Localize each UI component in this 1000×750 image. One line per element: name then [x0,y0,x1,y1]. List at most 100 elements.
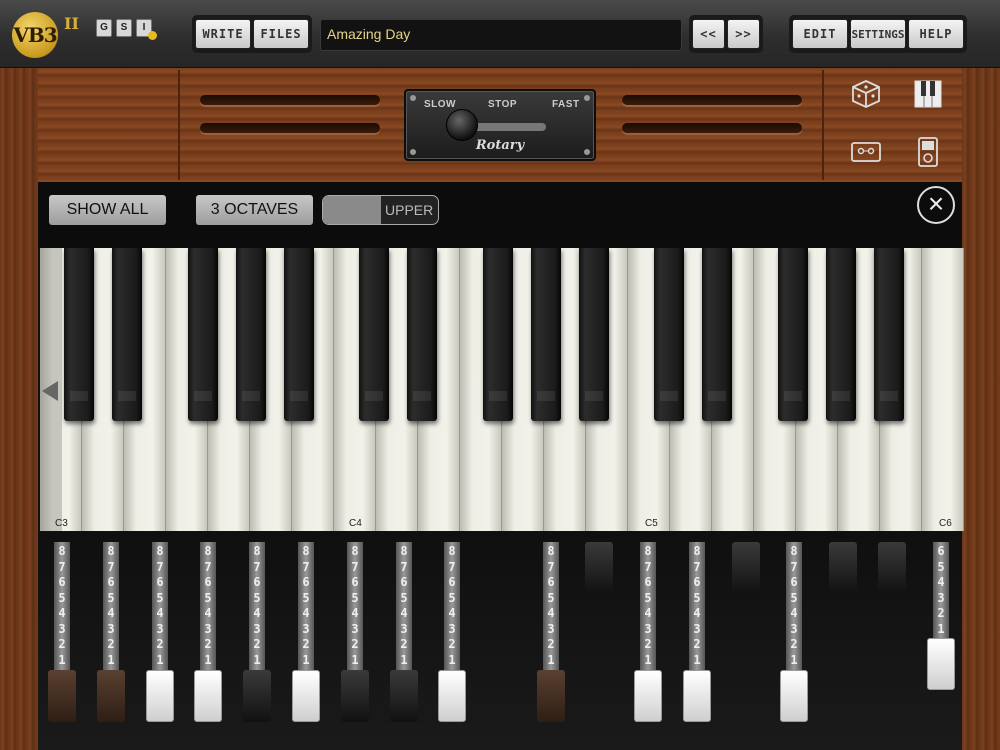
drawbar-number: 6 [156,575,164,589]
next-preset-button[interactable]: >> [727,19,760,49]
settings-button[interactable]: SETTINGS [850,19,906,49]
drawbar-number: 4 [58,606,66,620]
cassette-icon[interactable] [850,136,882,168]
black-key[interactable] [64,248,94,421]
drawbar-number: 5 [448,590,456,605]
drawbar[interactable]: 87654321 [292,542,320,732]
files-button[interactable]: FILES [253,19,309,49]
black-key[interactable] [188,248,218,421]
drawbar[interactable] [732,542,760,732]
drawbar-knob[interactable] [732,542,760,594]
drawbar[interactable]: 87654321 [48,542,76,732]
black-key[interactable] [778,248,808,421]
dice-icon[interactable] [850,78,882,110]
black-key[interactable] [654,248,684,421]
drawbar[interactable]: 87654321 [537,542,565,732]
drawbar-knob[interactable] [390,670,418,722]
drawbar-number: 3 [253,621,261,636]
black-key[interactable] [407,248,437,421]
rotary-knob[interactable] [446,109,478,141]
black-key[interactable] [359,248,389,421]
drawbar-number: 7 [204,559,212,574]
drawbar-number: 1 [693,652,701,667]
write-button[interactable]: WRITE [195,19,251,49]
drawbar-knob[interactable] [537,670,565,722]
mini-button-i[interactable]: I [136,19,157,40]
ipod-icon[interactable] [912,136,944,168]
drawbar-number: 5 [547,590,555,605]
drawbar-number: 2 [156,637,164,651]
drawbar[interactable]: 87654321 [780,542,808,732]
drawbar[interactable]: 87654321 [438,542,466,732]
wood-side-right [962,68,1000,750]
manual-toggle[interactable]: UPPER [322,195,439,225]
drawbar-knob[interactable] [585,542,613,594]
drawbar-knob[interactable] [683,670,711,722]
mini-button-g[interactable]: G [96,19,112,37]
black-key[interactable] [702,248,732,421]
drawbar[interactable] [585,542,613,732]
drawbar[interactable]: 87654321 [146,542,174,732]
drawbar-knob[interactable] [97,670,125,722]
drawbar-number: 7 [400,559,408,574]
drawbar-knob[interactable] [48,670,76,722]
drawbar-number: 3 [156,621,164,636]
drawbar-knob[interactable] [146,670,174,722]
drawbar[interactable]: 87654321 [683,542,711,732]
prev-preset-button[interactable]: << [692,19,725,49]
drawbar-number: 2 [400,637,408,651]
white-key[interactable] [922,248,964,531]
drawbar-knob[interactable] [194,670,222,722]
black-key[interactable] [483,248,513,421]
note-label-c3: C3 [55,518,68,529]
drawbar[interactable]: 87654321 [194,542,222,732]
black-key[interactable] [579,248,609,421]
app-logo[interactable]: VB3 [12,12,58,58]
black-key[interactable] [874,248,904,421]
octaves-button[interactable]: 3 OCTAVES [196,195,313,225]
drawbar[interactable]: 87654321 [341,542,369,732]
black-key[interactable] [826,248,856,421]
drawbar[interactable] [829,542,857,732]
drawbar[interactable]: 87654321 [634,542,662,732]
drawbar-number: 8 [253,544,261,558]
drawbar[interactable]: 87654321 [243,542,271,732]
keyboard-header [38,182,962,248]
drawbar-knob[interactable] [292,670,320,722]
preset-name-field[interactable]: Amazing Day [320,19,682,51]
close-icon[interactable]: × [917,186,955,224]
drawbar-number: 4 [400,606,408,620]
edit-button[interactable]: EDIT [792,19,848,49]
manual-label: UPPER [385,202,434,218]
drawbar[interactable]: 87654321 [390,542,418,732]
black-key[interactable] [236,248,266,421]
show-all-button[interactable]: SHOW ALL [49,195,166,225]
rotary-switch[interactable]: SLOW STOP FAST Rotary [404,89,596,161]
black-key[interactable] [531,248,561,421]
drawbar-knob[interactable] [927,638,955,690]
help-button[interactable]: HELP [908,19,964,49]
drawbar-knob[interactable] [829,542,857,594]
black-key[interactable] [112,248,142,421]
rotary-name: Rotary [475,138,525,153]
drawbar-knob[interactable] [780,670,808,722]
keyboard-icon[interactable] [912,78,944,110]
scroll-left-arrow-icon[interactable] [42,381,58,401]
black-key[interactable] [284,248,314,421]
drawbar-number: 4 [351,606,359,620]
drawbar-number: 3 [693,621,701,636]
drawbar-knob[interactable] [243,670,271,722]
drawbar-knob[interactable] [438,670,466,722]
drawbar-number: 5 [253,590,261,605]
note-label-c6: C6 [939,518,952,529]
drawbar[interactable]: 654321 [927,542,955,692]
drawbar[interactable] [878,542,906,732]
mini-button-s[interactable]: S [116,19,132,37]
drawbar-knob[interactable] [878,542,906,594]
drawbar-number: 2 [107,637,115,651]
drawbar-number: 1 [644,652,652,667]
drawbar-knob[interactable] [634,670,662,722]
drawbar[interactable]: 87654321 [97,542,125,732]
drawbar-knob[interactable] [341,670,369,722]
drawbar-number: 8 [448,544,456,558]
